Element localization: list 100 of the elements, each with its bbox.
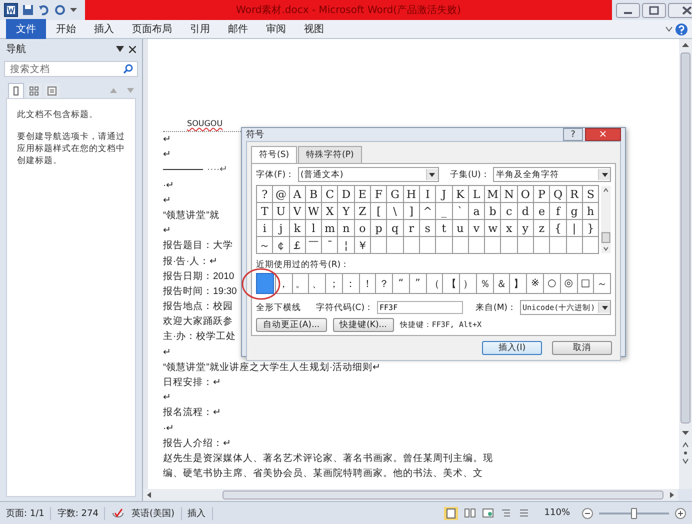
symbol-cell[interactable]: a [468, 203, 486, 220]
search-icon[interactable] [123, 64, 133, 74]
dropdown-arrow-icon[interactable] [602, 306, 608, 310]
zoom-out-icon[interactable] [582, 508, 593, 518]
subset-dropdown[interactable]: 半角及全角字符 [492, 167, 611, 182]
recent-symbol[interactable]: ○ [543, 273, 561, 294]
ribbon-tab[interactable]: 审阅 [258, 20, 294, 38]
symbol-cell[interactable]: ] [404, 203, 420, 220]
empty-symbol-cell[interactable] [452, 237, 469, 254]
symbol-cell[interactable]: s [420, 220, 436, 237]
symbol-cell[interactable]: ` [452, 203, 469, 220]
symbol-cell[interactable]: w [485, 220, 502, 237]
symbol-cell[interactable]: ￠ [273, 237, 290, 254]
empty-symbol-cell[interactable] [387, 237, 404, 254]
autocorrect-button[interactable]: 自动更正(A)... [256, 318, 327, 332]
full-screen-icon[interactable] [464, 507, 476, 519]
recent-symbol[interactable]: ） [459, 273, 477, 294]
symbol-cell[interactable]: { [550, 220, 567, 237]
file-tab[interactable]: 文件 [6, 19, 46, 39]
symbol-cell[interactable]: h [582, 203, 600, 220]
symbol-cell[interactable]: H [404, 186, 420, 203]
recent-symbol[interactable]: ： [342, 273, 360, 294]
close-button[interactable]: × [585, 128, 621, 141]
results-tab[interactable] [44, 83, 60, 98]
symbol-cell[interactable]: g [566, 203, 583, 220]
symbol-cell[interactable]: M [485, 186, 502, 203]
symbol-cell[interactable]: G [387, 186, 404, 203]
symbol-cell[interactable]: U [273, 203, 290, 220]
recent-symbol[interactable]: ％ [476, 273, 494, 294]
symbol-cell[interactable]: D [338, 186, 355, 203]
dialog-tab[interactable]: 符号(S) [251, 146, 298, 163]
empty-symbol-cell[interactable] [518, 237, 534, 254]
symbol-cell[interactable]: v [468, 220, 486, 237]
symbol-cell[interactable]: y [518, 220, 534, 237]
pages-tab[interactable] [26, 83, 42, 98]
search-field[interactable]: 搜索文档 [4, 61, 138, 77]
symbol-cell[interactable]: Y [338, 203, 355, 220]
symbol-cell[interactable]: J [436, 186, 453, 203]
symbol-cell[interactable]: B [306, 186, 322, 203]
language-status[interactable]: 英语(美国) [131, 506, 182, 520]
cancel-button[interactable]: 取消 [552, 341, 612, 355]
ribbon-tab[interactable]: 开始 [48, 20, 84, 38]
empty-symbol-cell[interactable] [436, 237, 453, 254]
recent-symbol[interactable]: ” [408, 273, 427, 294]
symbol-cell[interactable]: x [501, 220, 518, 237]
symbol-cell[interactable]: E [354, 186, 372, 203]
recent-symbol[interactable]: ※ [526, 273, 544, 294]
symbol-cell[interactable]: j [273, 220, 290, 237]
grid-scrollbar[interactable] [601, 185, 611, 254]
empty-symbol-cell[interactable] [420, 237, 436, 254]
symbol-cell[interactable]: \ [387, 203, 404, 220]
symbol-cell[interactable]: k [290, 220, 306, 237]
symbol-cell[interactable]: z [534, 220, 550, 237]
recent-symbol[interactable]: ， [274, 273, 293, 294]
symbol-cell[interactable]: ￣ [306, 237, 322, 254]
recent-symbol[interactable]: ～ [593, 273, 612, 294]
symbol-cell[interactable]: K [452, 186, 469, 203]
ribbon-tab[interactable]: 视图 [296, 20, 332, 38]
symbol-cell[interactable]: r [404, 220, 420, 237]
symbol-cell[interactable]: W [306, 203, 322, 220]
page-count[interactable]: 页面: 1/1 [6, 506, 52, 520]
symbol-cell[interactable]: ? [257, 186, 274, 203]
ribbon-tab[interactable]: 邮件 [220, 20, 256, 38]
dialog-tab[interactable]: 特殊字符(P) [298, 146, 362, 163]
symbol-cell[interactable]: o [354, 220, 372, 237]
minimize-icon[interactable] [616, 2, 640, 18]
symbol-cell[interactable]: i [257, 220, 274, 237]
empty-symbol-cell[interactable] [534, 237, 550, 254]
recent-symbol[interactable]: ； [325, 273, 343, 294]
proofing-icon[interactable] [111, 507, 126, 519]
symbol-cell[interactable]: f [550, 203, 567, 220]
symbol-cell[interactable]: N [501, 186, 518, 203]
symbol-cell[interactable]: ^ [420, 203, 436, 220]
recent-symbol[interactable]: “ [392, 273, 410, 294]
symbol-cell[interactable]: R [566, 186, 583, 203]
symbol-cell[interactable]: Z [354, 203, 372, 220]
save-icon[interactable] [22, 4, 34, 16]
dropdown-arrow-icon[interactable] [429, 172, 436, 176]
dropdown-arrow-icon[interactable] [602, 172, 608, 176]
ribbon-tab[interactable]: 引用 [182, 20, 218, 38]
symbol-cell[interactable]: [ [371, 203, 388, 220]
caret-icon[interactable] [70, 7, 77, 13]
recent-symbol[interactable]: 、 [308, 273, 326, 294]
empty-symbol-cell[interactable] [404, 237, 420, 254]
shortcut-key-button[interactable]: 快捷键(K)... [332, 318, 394, 332]
symbol-cell[interactable]: ～ [257, 237, 274, 254]
symbol-cell[interactable]: q [387, 220, 404, 237]
chevron-icon[interactable] [665, 26, 673, 32]
zoom-level[interactable]: 110% [544, 508, 576, 518]
symbol-cell[interactable]: @ [273, 186, 290, 203]
print-layout-icon[interactable] [444, 506, 458, 520]
symbol-cell[interactable]: Q [550, 186, 567, 203]
symbol-cell[interactable]: t [436, 220, 453, 237]
insert-mode[interactable]: 插入 [188, 506, 212, 520]
slider-thumb[interactable] [631, 508, 637, 518]
empty-symbol-cell[interactable] [550, 237, 567, 254]
symbol-cell[interactable]: F [371, 186, 388, 203]
recent-symbol[interactable]: 【 [442, 273, 460, 294]
empty-symbol-cell[interactable] [501, 237, 518, 254]
symbol-cell[interactable]: p [371, 220, 388, 237]
